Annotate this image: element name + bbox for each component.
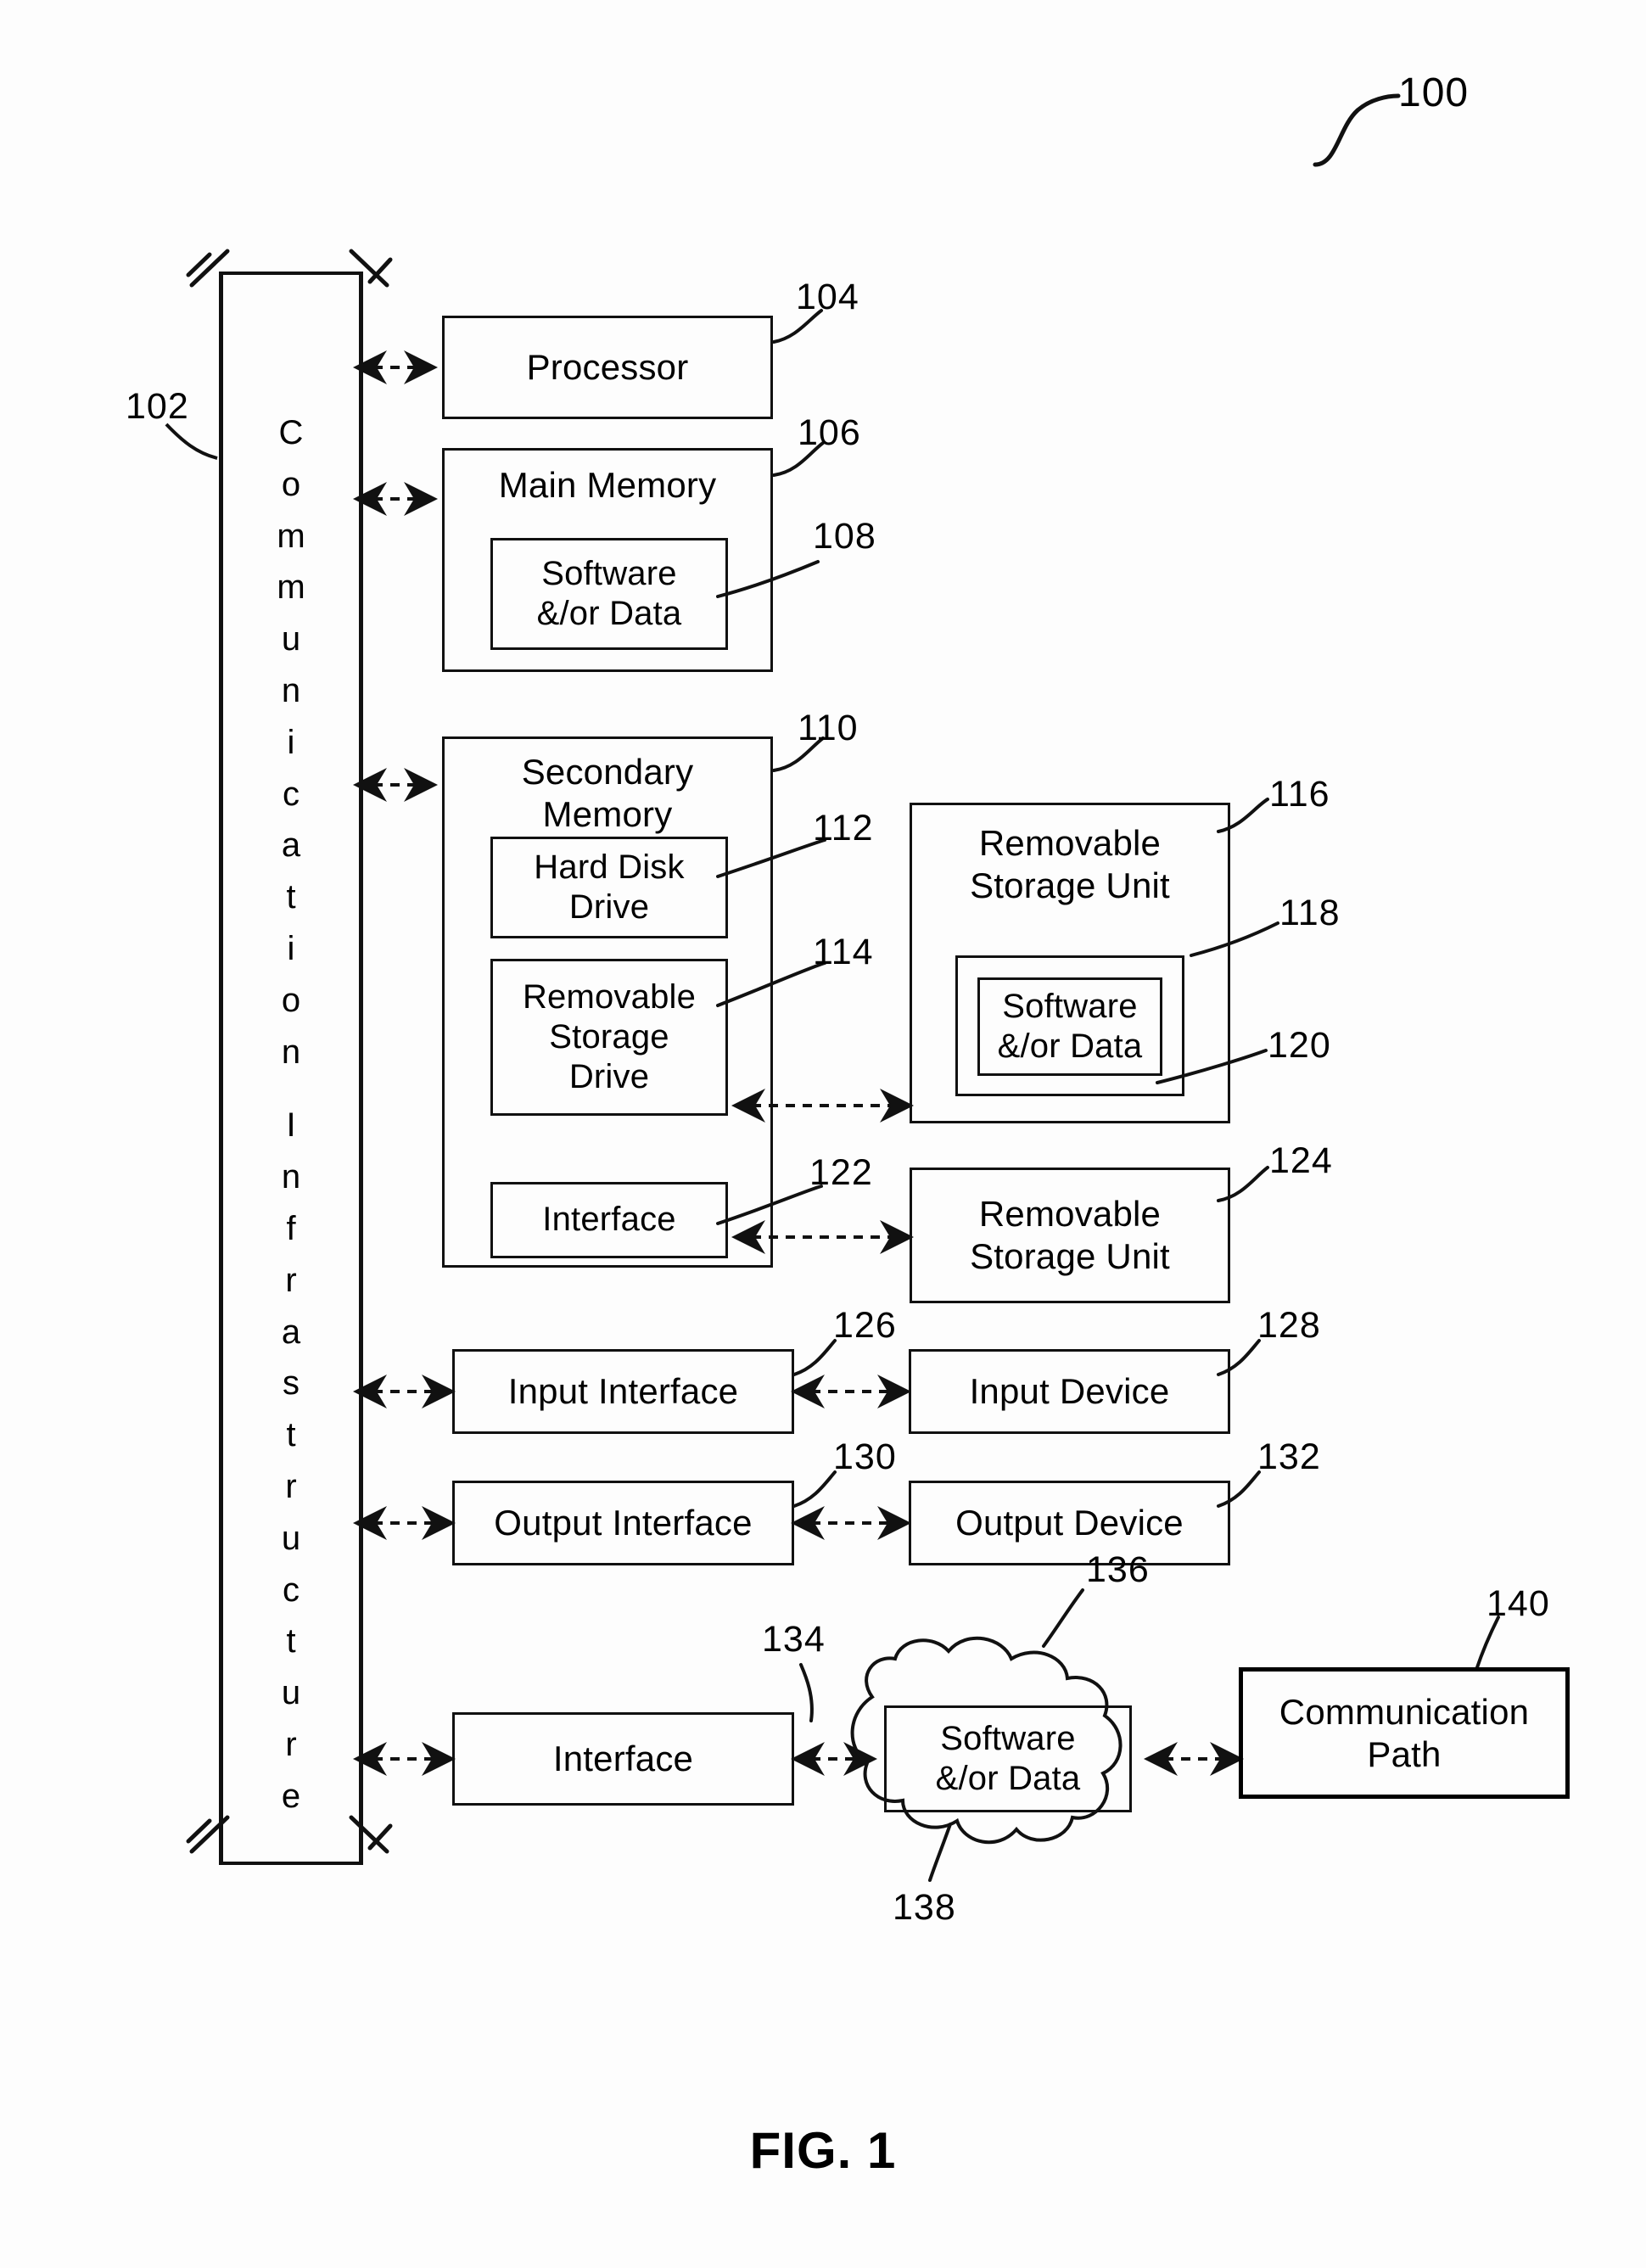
bus-letter: r: [285, 1725, 297, 1763]
block-main-memory-label: Main Memory: [498, 465, 717, 505]
ref-100: 100: [1398, 70, 1470, 115]
block-processor[interactable]: Processor: [442, 316, 773, 419]
bus-letter: m: [277, 517, 305, 555]
block-removable-storage-drive-label: Removable Storage Drive: [522, 977, 697, 1096]
bus-letter: n: [281, 671, 301, 709]
block-hard-disk-drive[interactable]: Hard Disk Drive: [490, 837, 728, 938]
ref-126: 126: [833, 1305, 897, 1346]
ref-132: 132: [1257, 1436, 1321, 1477]
ref-134: 134: [762, 1619, 826, 1660]
block-removable-storage-unit-1-label: Removable Storage Unit: [970, 823, 1170, 905]
block-interface-secondary-label: Interface: [542, 1201, 676, 1239]
bus-letter: o: [281, 981, 301, 1019]
block-secondary-memory-label: Secondary Memory: [521, 752, 694, 834]
bus-letter: m: [277, 568, 305, 607]
leader-102: [165, 423, 218, 460]
bus-letter: f: [286, 1209, 296, 1247]
block-removable-storage-drive[interactable]: Removable Storage Drive: [490, 959, 728, 1116]
block-signal-software[interactable]: Software &/or Data: [884, 1705, 1132, 1812]
bus-letter: a: [281, 1313, 301, 1351]
ref-120: 120: [1268, 1025, 1331, 1066]
ref-124: 124: [1269, 1140, 1333, 1181]
block-input-device-label: Input Device: [969, 1371, 1170, 1412]
ref-110: 110: [798, 708, 859, 748]
block-removable-storage-unit-1-software[interactable]: Software &/or Data: [977, 977, 1162, 1076]
bus-letter: n: [281, 1158, 301, 1196]
block-output-device-label: Output Device: [955, 1503, 1184, 1543]
bus-letter: n: [281, 1033, 301, 1071]
bus-letter: a: [281, 826, 301, 865]
bus-letter: t: [286, 1416, 296, 1454]
bus-letter: r: [285, 1261, 297, 1299]
figure-caption: FIG. 1: [749, 2122, 897, 2179]
block-main-memory-software-label: Software &/or Data: [536, 554, 682, 632]
block-removable-storage-unit-2-label: Removable Storage Unit: [970, 1194, 1170, 1276]
bus-letter: c: [283, 775, 300, 813]
ref-116: 116: [1269, 774, 1330, 815]
block-hard-disk-drive-label: Hard Disk Drive: [534, 848, 685, 926]
block-interface-comm[interactable]: Interface: [452, 1712, 794, 1806]
ref-112: 112: [813, 808, 874, 848]
bus-letter: r: [285, 1467, 297, 1505]
ref-102: 102: [126, 386, 189, 427]
block-communication-path[interactable]: Communication Path: [1239, 1667, 1570, 1799]
block-output-interface[interactable]: Output Interface: [452, 1481, 794, 1565]
ref-108: 108: [813, 516, 876, 557]
ref-128: 128: [1257, 1305, 1321, 1346]
block-processor-label: Processor: [526, 347, 689, 388]
block-interface-secondary[interactable]: Interface: [490, 1182, 728, 1258]
ref-138: 138: [893, 1887, 956, 1928]
block-signal-software-label: Software &/or Data: [935, 1719, 1081, 1797]
bus-letter: i: [287, 723, 295, 761]
block-output-interface-label: Output Interface: [494, 1503, 753, 1543]
block-communication-path-label: Communication Path: [1279, 1691, 1530, 1774]
block-input-interface[interactable]: Input Interface: [452, 1349, 794, 1434]
ref-122: 122: [809, 1152, 873, 1193]
bus-letter: s: [283, 1364, 300, 1403]
bus-letter: I: [286, 1106, 296, 1145]
ref-118: 118: [1279, 893, 1341, 933]
ref-136: 136: [1086, 1549, 1150, 1590]
block-output-device[interactable]: Output Device: [909, 1481, 1230, 1565]
bus-letter: o: [281, 465, 301, 503]
bus-letter: i: [287, 929, 295, 967]
bus-letter: u: [281, 1674, 301, 1712]
block-input-device[interactable]: Input Device: [909, 1349, 1230, 1434]
block-input-interface-label: Input Interface: [507, 1371, 739, 1412]
bus-letter: C: [278, 414, 304, 451]
figure-canvas: 100 C o m m u n i c a t i o n I n f r a …: [0, 0, 1646, 2268]
ref-104: 104: [796, 277, 859, 317]
bus-letter: t: [286, 1622, 296, 1660]
bus-letter: t: [286, 878, 296, 916]
communication-infrastructure-label: C o m m u n i c a t i o n I n f r a s t …: [219, 407, 363, 1823]
bus-letter: c: [283, 1571, 300, 1609]
ref-114: 114: [813, 932, 874, 972]
ref-130: 130: [833, 1436, 897, 1477]
bus-letter: u: [281, 1519, 301, 1557]
bus-letter: e: [281, 1777, 301, 1815]
leader-100: [1313, 93, 1401, 167]
ref-106: 106: [798, 412, 861, 453]
block-removable-storage-unit-1-software-label: Software &/or Data: [997, 987, 1143, 1065]
block-main-memory-software[interactable]: Software &/or Data: [490, 538, 728, 650]
bus-letter-space: [219, 1078, 363, 1100]
block-removable-storage-unit-2[interactable]: Removable Storage Unit: [910, 1168, 1230, 1303]
bus-letter: u: [281, 620, 301, 658]
block-interface-comm-label: Interface: [552, 1739, 694, 1779]
ref-140: 140: [1486, 1583, 1550, 1624]
